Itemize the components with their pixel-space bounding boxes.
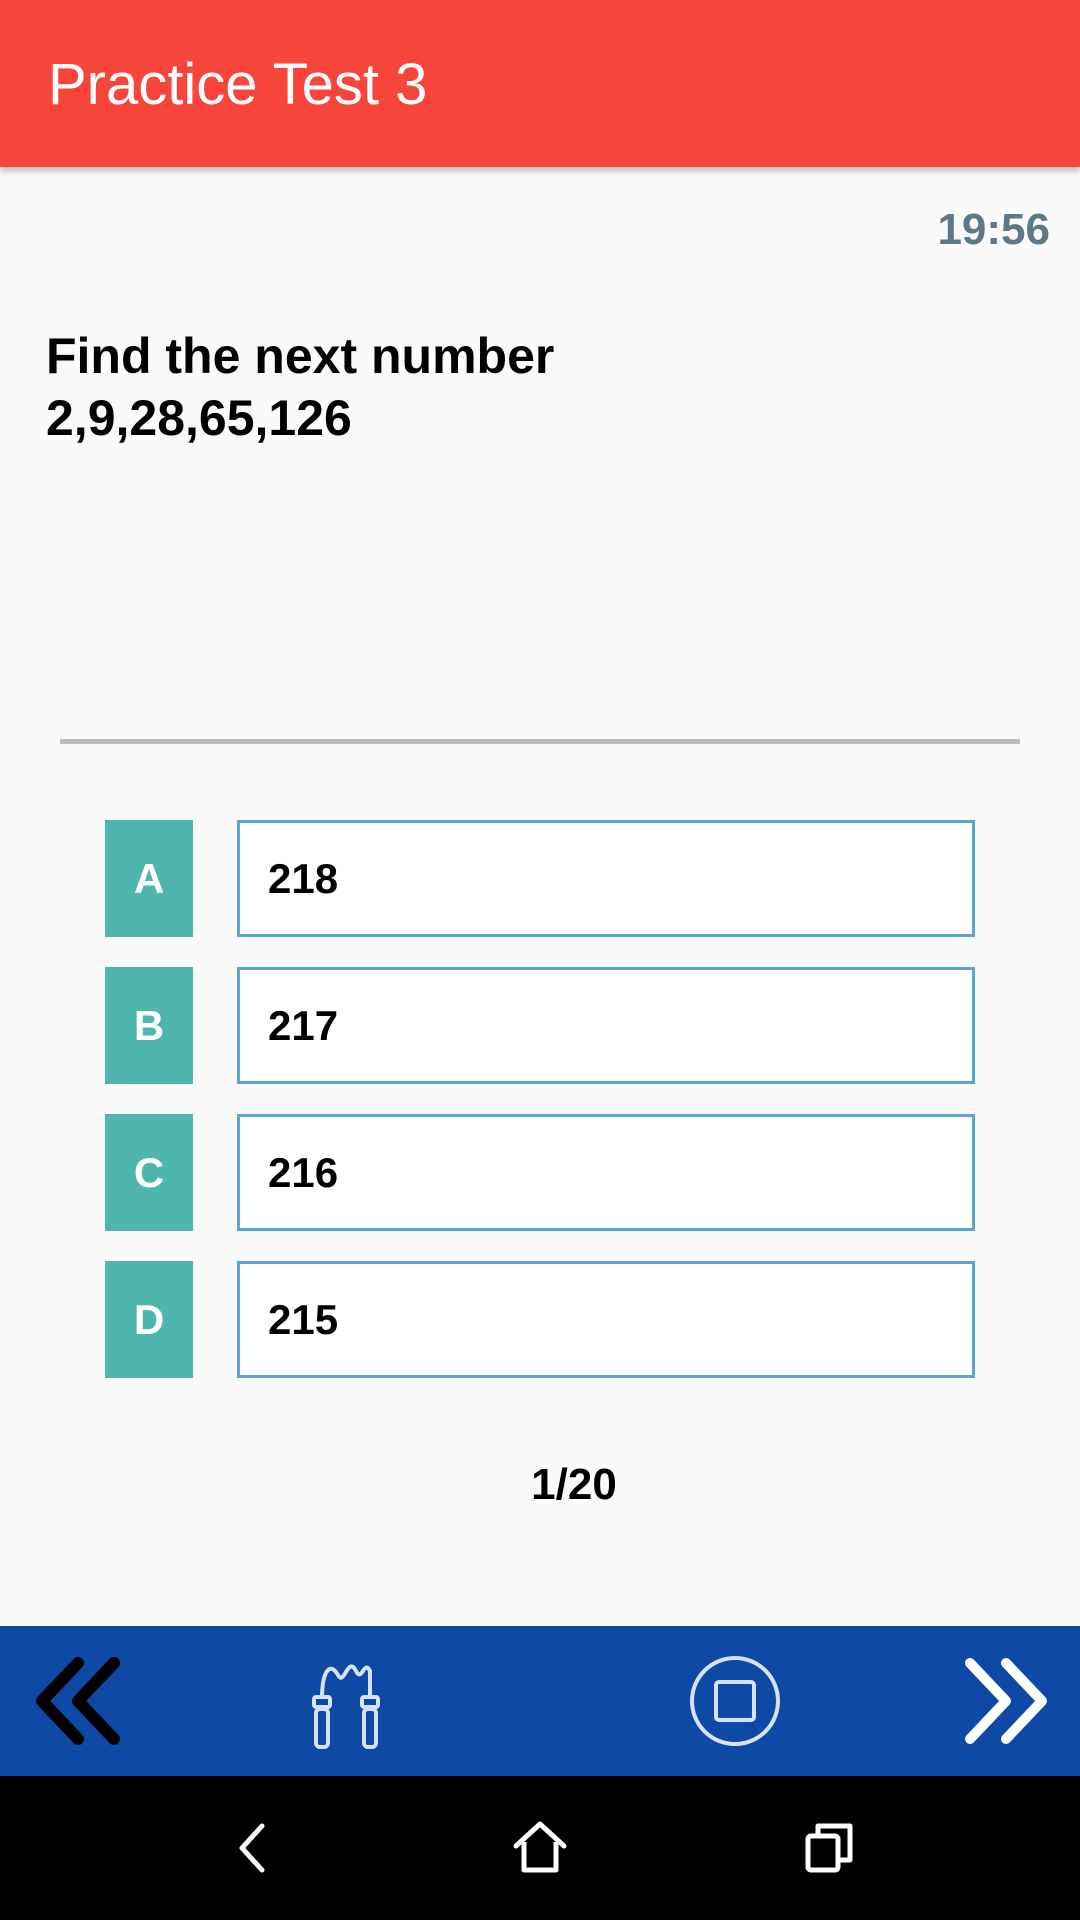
question-text: Find the next number 2,9,28,65,126 xyxy=(46,325,1026,449)
option-row-c[interactable]: C 216 xyxy=(0,1114,1080,1232)
option-answer-d[interactable]: 215 xyxy=(237,1261,975,1378)
option-row-a[interactable]: A 218 xyxy=(0,820,1080,938)
option-row-d[interactable]: D 215 xyxy=(0,1261,1080,1379)
option-letter-b[interactable]: B xyxy=(105,967,193,1084)
divider xyxy=(60,739,1020,744)
double-chevron-right-icon xyxy=(965,1658,1047,1744)
option-letter-c[interactable]: C xyxy=(105,1114,193,1231)
hint-button[interactable] xyxy=(285,1626,405,1776)
jump-rope-icon xyxy=(312,1664,380,1749)
system-nav-bar xyxy=(0,1776,1080,1920)
option-answer-a[interactable]: 218 xyxy=(237,820,975,937)
option-letter-a[interactable]: A xyxy=(105,820,193,937)
question-progress: 1/20 xyxy=(531,1460,617,1509)
previous-button[interactable] xyxy=(20,1626,140,1776)
option-answer-c[interactable]: 216 xyxy=(237,1114,975,1231)
app-bar: Practice Test 3 xyxy=(0,0,1080,167)
timer: 19:56 xyxy=(937,205,1050,254)
recents-icon xyxy=(805,1823,853,1873)
bottom-action-bar xyxy=(0,1626,1080,1776)
system-back-button[interactable] xyxy=(192,1776,312,1920)
option-answer-b[interactable]: 217 xyxy=(237,967,975,1084)
question-line-1: Find the next number xyxy=(46,328,555,384)
option-row-b[interactable]: B 217 xyxy=(0,967,1080,1085)
option-letter-d[interactable]: D xyxy=(105,1261,193,1378)
system-home-button[interactable] xyxy=(480,1776,600,1920)
system-recents-button[interactable] xyxy=(770,1776,890,1920)
question-line-2: 2,9,28,65,126 xyxy=(46,390,352,446)
next-button[interactable] xyxy=(944,1626,1064,1776)
double-chevron-left-icon xyxy=(36,1657,120,1745)
stop-button[interactable] xyxy=(675,1626,795,1776)
home-icon xyxy=(513,1821,567,1873)
back-icon xyxy=(239,1823,265,1873)
stop-icon xyxy=(690,1656,780,1746)
app-title: Practice Test 3 xyxy=(48,52,428,117)
